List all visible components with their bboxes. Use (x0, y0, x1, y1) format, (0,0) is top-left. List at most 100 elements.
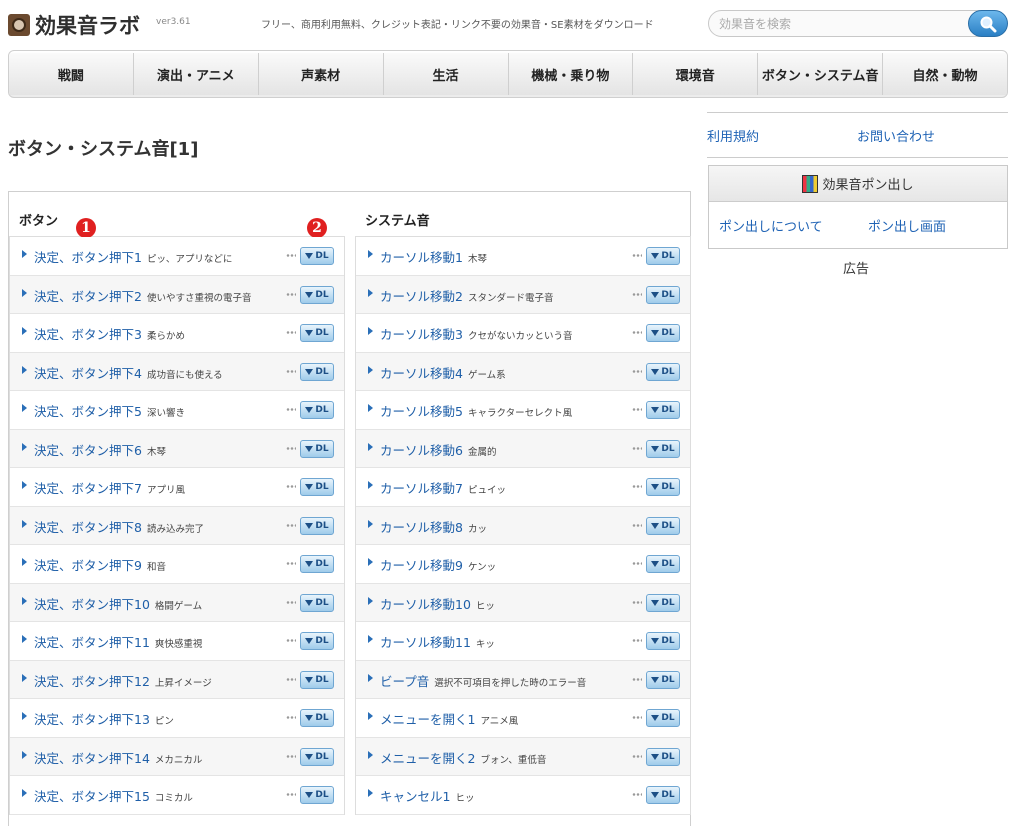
play-arrow-icon[interactable] (368, 789, 373, 797)
play-arrow-icon[interactable] (368, 404, 373, 412)
download-button[interactable]: DL (646, 439, 680, 458)
play-arrow-icon[interactable] (22, 288, 27, 297)
nav-item[interactable]: 演出・アニメ (133, 53, 259, 95)
play-arrow-icon[interactable] (22, 365, 27, 374)
terms-link[interactable]: 利用規約 (707, 126, 759, 145)
download-button[interactable]: DL (646, 285, 680, 304)
download-button[interactable]: DL (300, 670, 334, 689)
download-button[interactable]: DL (300, 247, 334, 265)
download-button[interactable]: DL (300, 516, 334, 535)
sound-title-link[interactable]: カーソル移動5 キャラクターセレクト風 (380, 401, 572, 420)
sound-title-link[interactable]: 決定、ボタン押下12 上昇イメージ (34, 671, 212, 690)
sound-title-link[interactable]: 決定、ボタン押下2 使いやすさ重視の電子音 (34, 286, 251, 305)
download-button[interactable]: DL (300, 786, 334, 804)
download-button[interactable]: DL (300, 747, 334, 766)
play-arrow-icon[interactable] (22, 635, 27, 643)
play-arrow-icon[interactable] (22, 404, 27, 412)
play-arrow-icon[interactable] (368, 750, 373, 759)
play-arrow-icon[interactable] (368, 327, 373, 335)
search-button[interactable] (968, 10, 1008, 37)
sound-title-link[interactable]: ビープ音 選択不可項目を押した時のエラー音 (380, 671, 586, 690)
play-arrow-icon[interactable] (368, 365, 373, 374)
sound-title-link[interactable]: 決定、ボタン押下10 格闘ゲーム (34, 594, 202, 613)
download-button[interactable]: DL (300, 555, 334, 573)
sound-title-link[interactable]: 決定、ボタン押下9 和音 (34, 555, 166, 574)
download-button[interactable]: DL (646, 516, 680, 535)
nav-item[interactable]: 戦闘 (9, 53, 134, 95)
download-button[interactable]: DL (646, 593, 680, 612)
play-arrow-icon[interactable] (22, 519, 27, 528)
sound-title-link[interactable]: 決定、ボタン押下5 深い響き (34, 401, 185, 420)
sound-title-link[interactable]: カーソル移動1 木琴 (380, 247, 487, 266)
download-button[interactable]: DL (300, 362, 334, 381)
sound-title-link[interactable]: カーソル移動6 金属的 (380, 440, 496, 459)
sound-title-link[interactable]: カーソル移動3 クセがないカッという音 (380, 324, 572, 343)
play-arrow-icon[interactable] (22, 750, 27, 759)
download-button[interactable]: DL (300, 401, 334, 419)
play-arrow-icon[interactable] (22, 442, 27, 451)
search-input[interactable] (719, 15, 959, 33)
nav-item[interactable]: ボタン・システム音 (758, 53, 884, 95)
nav-item[interactable]: 環境音 (633, 53, 759, 95)
pondashi-screen-link[interactable]: ポン出し画面 (868, 216, 946, 235)
play-arrow-icon[interactable] (368, 635, 373, 643)
sound-title-link[interactable]: カーソル移動2 スタンダード電子音 (380, 286, 553, 305)
download-button[interactable]: DL (300, 285, 334, 304)
play-arrow-icon[interactable] (368, 250, 373, 258)
sound-title-link[interactable]: カーソル移動10 ヒッ (380, 594, 495, 613)
download-button[interactable]: DL (300, 439, 334, 458)
download-button[interactable]: DL (300, 632, 334, 650)
play-arrow-icon[interactable] (22, 327, 27, 335)
sound-title-link[interactable]: 決定、ボタン押下11 爽快感重視 (34, 632, 202, 651)
download-button[interactable]: DL (646, 747, 680, 766)
sound-title-link[interactable]: 決定、ボタン押下1 ピッ、アプリなどに (34, 247, 232, 266)
nav-item[interactable]: 機械・乗り物 (508, 53, 634, 95)
sound-title-link[interactable]: 決定、ボタン押下7 アプリ風 (34, 478, 185, 497)
sound-title-link[interactable]: メニューを開く2 ブォン、重低音 (380, 748, 546, 767)
sound-title-link[interactable]: カーソル移動4 ゲーム系 (380, 363, 506, 382)
download-button[interactable]: DL (300, 478, 334, 496)
download-button[interactable]: DL (646, 555, 680, 573)
play-arrow-icon[interactable] (368, 442, 373, 451)
download-button[interactable]: DL (646, 786, 680, 804)
play-arrow-icon[interactable] (22, 558, 27, 566)
sound-title-link[interactable]: カーソル移動9 ケンッ (380, 555, 496, 574)
play-arrow-icon[interactable] (22, 789, 27, 797)
sound-title-link[interactable]: 決定、ボタン押下6 木琴 (34, 440, 166, 459)
sound-title-link[interactable]: 決定、ボタン押下13 ピン (34, 709, 174, 728)
play-arrow-icon[interactable] (368, 596, 373, 605)
play-arrow-icon[interactable] (368, 673, 373, 682)
play-arrow-icon[interactable] (368, 558, 373, 566)
download-button[interactable]: DL (646, 709, 680, 727)
play-arrow-icon[interactable] (22, 712, 27, 720)
play-arrow-icon[interactable] (368, 519, 373, 528)
download-button[interactable]: DL (300, 709, 334, 727)
play-arrow-icon[interactable] (368, 481, 373, 489)
sound-title-link[interactable]: 決定、ボタン押下4 成功音にも使える (34, 363, 223, 382)
download-button[interactable]: DL (300, 324, 334, 342)
play-arrow-icon[interactable] (22, 481, 27, 489)
download-button[interactable]: DL (646, 324, 680, 342)
play-arrow-icon[interactable] (22, 673, 27, 682)
nav-item[interactable]: 生活 (383, 53, 509, 95)
download-button[interactable]: DL (646, 670, 680, 689)
download-button[interactable]: DL (300, 593, 334, 612)
download-button[interactable]: DL (646, 247, 680, 265)
sound-title-link[interactable]: 決定、ボタン押下14 メカニカル (34, 748, 202, 767)
play-arrow-icon[interactable] (368, 288, 373, 297)
nav-item[interactable]: 自然・動物 (883, 53, 1007, 95)
play-arrow-icon[interactable] (368, 712, 373, 720)
download-button[interactable]: DL (646, 401, 680, 419)
site-logo[interactable]: 効果音ラボ (8, 10, 140, 40)
contact-link[interactable]: お問い合わせ (857, 126, 935, 145)
sound-title-link[interactable]: 決定、ボタン押下3 柔らかめ (34, 324, 185, 343)
download-button[interactable]: DL (646, 362, 680, 381)
sound-title-link[interactable]: メニューを開く1 アニメ風 (380, 709, 518, 728)
pondashi-about-link[interactable]: ポン出しについて (719, 216, 823, 235)
nav-item[interactable]: 声素材 (258, 53, 384, 95)
sound-title-link[interactable]: カーソル移動8 カッ (380, 517, 487, 536)
download-button[interactable]: DL (646, 478, 680, 496)
play-arrow-icon[interactable] (22, 596, 27, 605)
sound-title-link[interactable]: 決定、ボタン押下15 コミカル (34, 786, 193, 805)
sound-title-link[interactable]: カーソル移動11 キッ (380, 632, 495, 651)
